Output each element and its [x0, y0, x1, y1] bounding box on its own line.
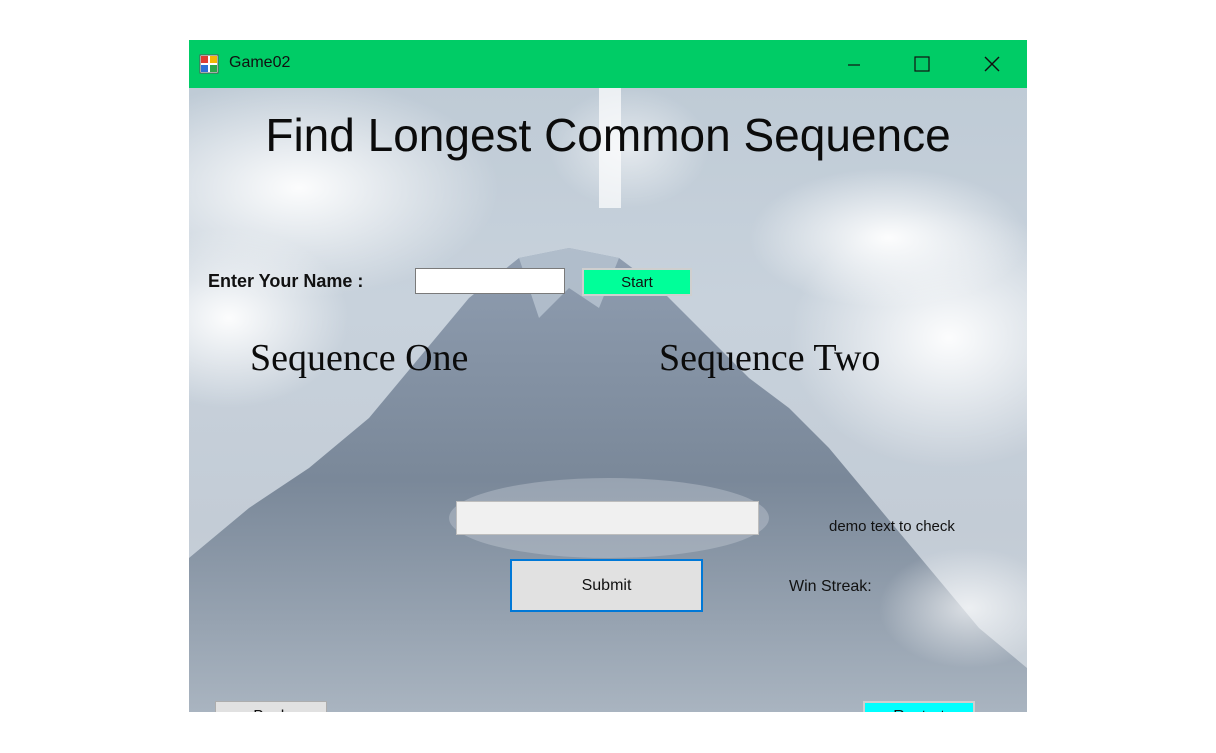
- game-panel: Find Longest Common Sequence Enter Your …: [189, 88, 1027, 712]
- submit-button[interactable]: Submit: [510, 559, 703, 612]
- sequence-two-label: Sequence Two: [659, 337, 881, 379]
- close-icon: [984, 56, 1000, 72]
- restart-button[interactable]: Restart: [863, 701, 975, 712]
- minimize-button[interactable]: [824, 40, 884, 88]
- back-button[interactable]: Back: [215, 701, 327, 712]
- app-window: Game02 Find Longest Common Sequence Ente…: [189, 40, 1027, 712]
- win-streak-label: Win Streak:: [789, 578, 872, 595]
- close-button[interactable]: [962, 40, 1022, 88]
- name-input[interactable]: [415, 268, 565, 294]
- app-icon: [199, 54, 219, 74]
- minimize-icon: [848, 64, 860, 66]
- page-title: Find Longest Common Sequence: [265, 109, 951, 161]
- demo-text-label: demo text to check: [829, 518, 955, 535]
- answer-input[interactable]: [456, 501, 759, 535]
- sequence-one-label: Sequence One: [250, 337, 469, 379]
- title-bar[interactable]: Game02: [189, 40, 1027, 88]
- mountain-background-image: [189, 88, 1027, 712]
- name-label: Enter Your Name :: [208, 271, 364, 291]
- maximize-icon: [914, 56, 930, 72]
- start-button[interactable]: Start: [582, 268, 692, 296]
- maximize-button[interactable]: [892, 40, 952, 88]
- window-title: Game02: [229, 54, 291, 71]
